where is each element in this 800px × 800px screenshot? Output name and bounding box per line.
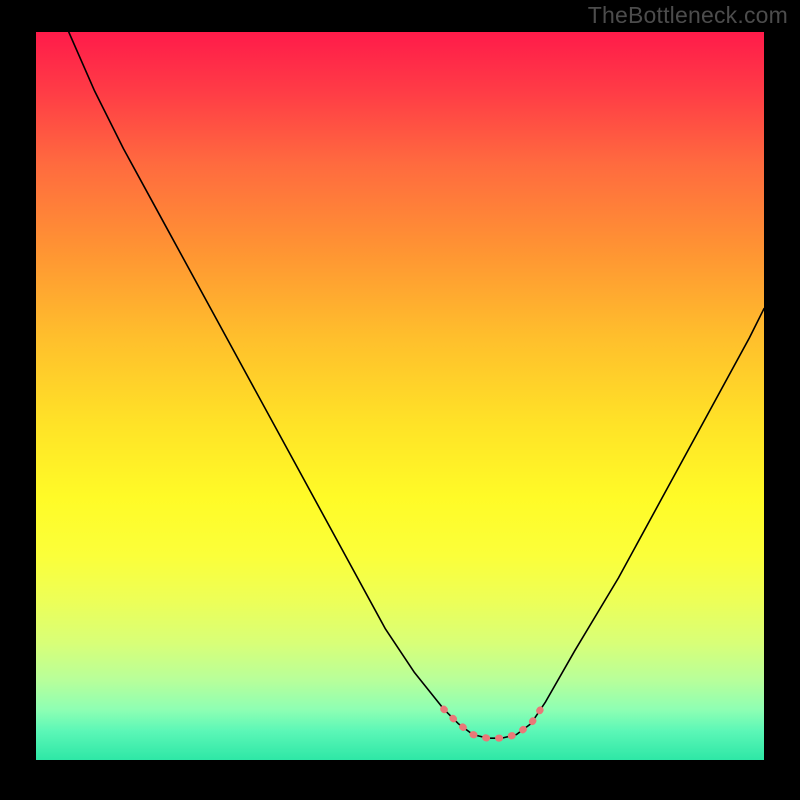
- highlight-path: [444, 702, 546, 738]
- curve-path: [69, 32, 764, 738]
- watermark-text: TheBottleneck.com: [588, 2, 788, 29]
- chart-svg: [36, 32, 764, 760]
- plot-area: [36, 32, 764, 760]
- chart-frame: TheBottleneck.com: [0, 0, 800, 800]
